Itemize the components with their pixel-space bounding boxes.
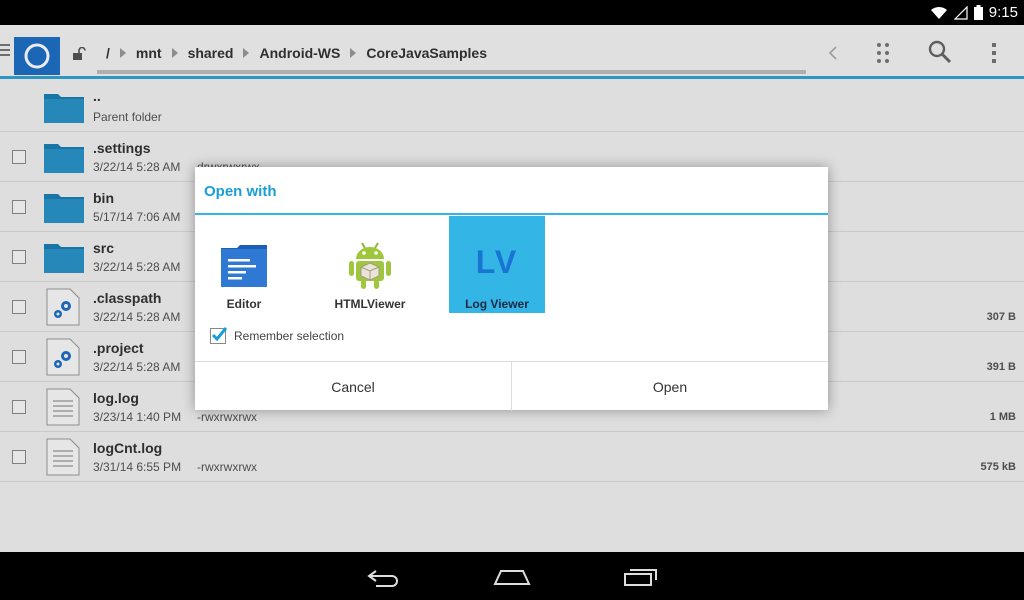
app-label: HTMLViewer: [334, 297, 406, 311]
editor-icon: [221, 245, 267, 287]
dialog-button-bar: Cancel Open: [195, 361, 828, 411]
dialog-title-bar: Open with: [195, 167, 828, 215]
status-bar: 9:15: [0, 0, 1024, 25]
home-icon[interactable]: [493, 568, 531, 586]
remember-selection-label: Remember selection: [234, 329, 345, 343]
app-label: Log Viewer: [465, 297, 529, 311]
battery-icon: [973, 5, 983, 20]
status-icons: 9:15: [930, 3, 1018, 22]
navigation-bar: [0, 552, 1024, 600]
log-viewer-icon: LV: [475, 244, 519, 280]
app-choice-htmlviewer[interactable]: HTMLViewer: [322, 216, 418, 313]
android-icon: [349, 242, 391, 289]
dialog-title: Open with: [204, 183, 277, 200]
app-choice-log-viewer[interactable]: LV Log Viewer: [449, 216, 545, 313]
clock: 9:15: [988, 4, 1018, 21]
cancel-button[interactable]: Cancel: [195, 362, 511, 411]
app-label: Editor: [226, 297, 262, 311]
wifi-icon: [930, 6, 947, 19]
remember-selection-checkbox[interactable]: [210, 327, 228, 344]
checkmark-icon: [211, 327, 228, 342]
back-icon[interactable]: [366, 568, 402, 588]
app-choice-editor[interactable]: Editor: [196, 216, 292, 313]
recent-apps-icon[interactable]: [622, 568, 658, 586]
open-with-dialog: Open with Editor HTMLViewer LV Log Viewe…: [195, 167, 828, 411]
open-button[interactable]: Open: [511, 362, 828, 411]
no-signal-icon: [953, 5, 968, 20]
remember-selection-row[interactable]: Remember selection: [210, 327, 345, 344]
